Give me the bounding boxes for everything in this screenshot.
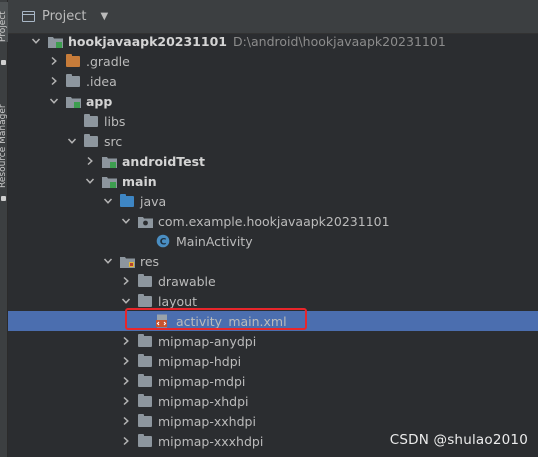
folder-icon bbox=[137, 333, 153, 348]
tree-node-label: .idea bbox=[86, 73, 117, 89]
module-folder-icon bbox=[101, 154, 117, 168]
tool-window-strip: Project Resource Manager bbox=[0, 0, 8, 457]
annotation-highlight-box bbox=[125, 308, 307, 330]
chevron-down-icon[interactable] bbox=[120, 215, 132, 227]
tree-node[interactable]: hookjavaapk20231101 D:\android\hookjavaap… bbox=[8, 31, 538, 51]
tree-node[interactable]: .gradle bbox=[8, 51, 538, 71]
chevron-down-icon[interactable] bbox=[120, 295, 132, 307]
folder-icon bbox=[137, 433, 153, 448]
folder-icon bbox=[83, 113, 99, 128]
tree-node-label: mipmap-xxhdpi bbox=[158, 413, 256, 429]
tree-node-label: java bbox=[140, 193, 167, 209]
tree-node[interactable]: com.example.hookjavaapk20231101 bbox=[8, 211, 538, 231]
project-view-icon bbox=[22, 11, 35, 22]
tree-node-label: libs bbox=[104, 113, 126, 129]
chevron-down-icon[interactable] bbox=[66, 135, 78, 147]
tree-node[interactable]: androidTest bbox=[8, 151, 538, 171]
chevron-right-icon[interactable] bbox=[48, 55, 60, 67]
project-panel-header: Project ▼ bbox=[8, 0, 538, 34]
folder-icon bbox=[65, 53, 81, 68]
tree-node-label: drawable bbox=[158, 273, 216, 289]
folder-icon bbox=[137, 413, 153, 428]
tree-node[interactable]: res bbox=[8, 251, 538, 271]
chevron-down-icon[interactable] bbox=[84, 175, 96, 187]
module-folder-icon bbox=[65, 94, 81, 108]
folder-icon bbox=[83, 133, 99, 148]
tree-node-label: main bbox=[122, 173, 157, 189]
tree-node-label: layout bbox=[158, 293, 198, 309]
tree-node[interactable]: mipmap-xxhdpi bbox=[8, 411, 538, 431]
chevron-right-icon[interactable] bbox=[120, 375, 132, 387]
chevron-down-icon[interactable] bbox=[102, 255, 114, 267]
module-folder-icon bbox=[101, 174, 117, 188]
chevron-down-icon[interactable] bbox=[48, 95, 60, 107]
tree-node[interactable]: main bbox=[8, 171, 538, 191]
tree-node[interactable]: mipmap-mdpi bbox=[8, 371, 538, 391]
tree-node-label: app bbox=[86, 93, 113, 109]
chevron-right-icon[interactable] bbox=[120, 335, 132, 347]
tree-node-label: mipmap-anydpi bbox=[158, 333, 257, 349]
side-tab-resource-manager[interactable]: Resource Manager bbox=[0, 92, 8, 188]
chevron-right-icon[interactable] bbox=[120, 415, 132, 427]
folder-icon bbox=[137, 293, 153, 308]
watermark: CSDN @shulao2010 bbox=[389, 432, 528, 448]
tree-node[interactable]: .idea bbox=[8, 71, 538, 91]
chevron-down-icon[interactable] bbox=[102, 195, 114, 207]
tree-node[interactable]: mipmap-xhdpi bbox=[8, 391, 538, 411]
folder-icon bbox=[137, 393, 153, 408]
folder-icon bbox=[137, 273, 153, 288]
folder-icon bbox=[137, 373, 153, 388]
tree-node[interactable]: app bbox=[8, 91, 538, 111]
tree-node[interactable]: src bbox=[8, 131, 538, 151]
tree-node-label: res bbox=[140, 253, 160, 269]
chevron-down-icon[interactable]: ▼ bbox=[100, 11, 108, 22]
chevron-right-icon[interactable] bbox=[120, 275, 132, 287]
tree-node[interactable]: java bbox=[8, 191, 538, 211]
tree-node-label: mipmap-hdpi bbox=[158, 353, 242, 369]
tree-node-label: hookjavaapk20231101 bbox=[68, 33, 227, 49]
module-folder-icon bbox=[47, 34, 63, 48]
tree-node[interactable]: mipmap-anydpi bbox=[8, 331, 538, 351]
project-view-selector[interactable]: Project bbox=[42, 9, 86, 24]
tree-node-label: MainActivity bbox=[176, 233, 253, 249]
chevron-down-icon[interactable] bbox=[30, 35, 42, 47]
chevron-right-icon[interactable] bbox=[84, 155, 96, 167]
bookmark-icon[interactable] bbox=[1, 196, 6, 201]
tree-node[interactable]: drawable bbox=[8, 271, 538, 291]
folder-icon bbox=[137, 353, 153, 368]
tree-node[interactable]: C MainActivity bbox=[8, 231, 538, 251]
tree-node-label: mipmap-xxxhdpi bbox=[158, 433, 264, 449]
side-tab-project[interactable]: Project bbox=[0, 2, 8, 42]
tree-node-label: mipmap-mdpi bbox=[158, 373, 246, 389]
tree-node-label: src bbox=[104, 133, 123, 149]
folder-icon bbox=[65, 73, 81, 88]
chevron-right-icon[interactable] bbox=[120, 355, 132, 367]
project-tree: hookjavaapk20231101 D:\android\hookjavaap… bbox=[8, 31, 538, 451]
resource-folder-icon bbox=[119, 254, 135, 268]
project-path: D:\android\hookjavaapk20231101 bbox=[232, 33, 446, 49]
tree-node-label: mipmap-xhdpi bbox=[158, 393, 249, 409]
tree-node-label: com.example.hookjavaapk20231101 bbox=[158, 213, 390, 229]
tree-node-label: androidTest bbox=[122, 153, 206, 169]
class-icon: C bbox=[155, 234, 171, 248]
tree-node[interactable]: libs bbox=[8, 111, 538, 131]
bookmark-icon[interactable] bbox=[1, 60, 6, 65]
chevron-right-icon[interactable] bbox=[48, 75, 60, 87]
tree-node-label: .gradle bbox=[86, 53, 130, 69]
chevron-right-icon[interactable] bbox=[120, 435, 132, 447]
source-folder-icon bbox=[119, 193, 135, 208]
package-icon bbox=[137, 214, 153, 228]
tree-node[interactable]: mipmap-hdpi bbox=[8, 351, 538, 371]
svg-text:C: C bbox=[160, 237, 167, 247]
chevron-right-icon[interactable] bbox=[120, 395, 132, 407]
